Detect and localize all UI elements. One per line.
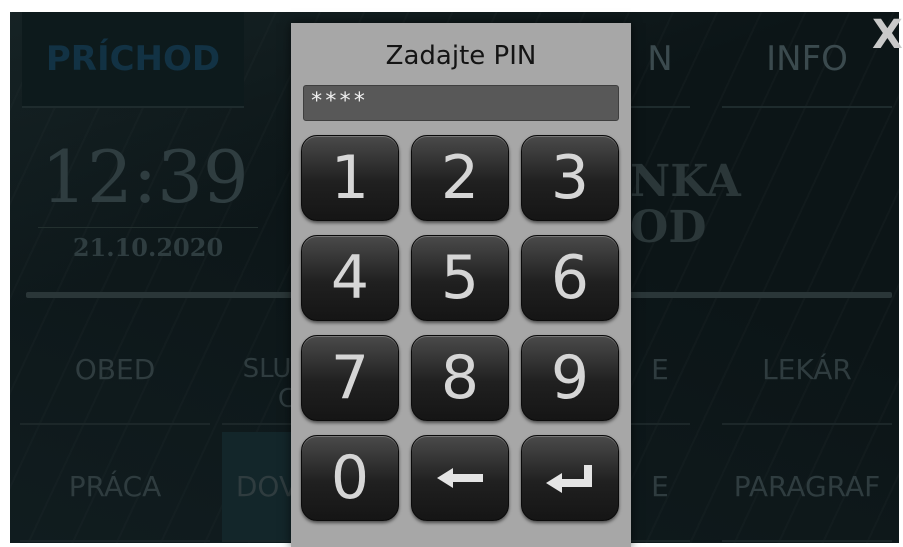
key-7[interactable]: 7	[301, 335, 399, 421]
clock-time: 12:39	[41, 135, 249, 219]
key-1[interactable]: 1	[301, 135, 399, 221]
doctor-button[interactable]: LEKÁR	[722, 315, 892, 425]
backspace-key[interactable]	[411, 435, 509, 521]
enter-return-icon	[544, 463, 596, 493]
lunch-button[interactable]: OBED	[20, 315, 210, 425]
status-headline-line2: OD	[630, 202, 707, 253]
hidden-grid-fragment-2: E	[630, 432, 690, 542]
business-trip-label-2: C	[277, 384, 297, 414]
enter-key[interactable]	[521, 435, 619, 521]
clock-date: 21.10.2020	[38, 227, 258, 267]
key-9[interactable]: 9	[521, 335, 619, 421]
hidden-grid-fragment-1: E	[630, 315, 690, 425]
key-5[interactable]: 5	[411, 235, 509, 321]
arrow-left-icon	[435, 466, 485, 490]
paragraph-button[interactable]: PARAGRAF	[722, 432, 892, 542]
work-button[interactable]: PRÁCA	[20, 432, 210, 542]
key-8[interactable]: 8	[411, 335, 509, 421]
key-3[interactable]: 3	[521, 135, 619, 221]
pin-dialog: Zadajte PIN **** 1 2 3 4 5 6 7 8 9 0	[291, 23, 631, 547]
close-button[interactable]: X	[872, 12, 903, 58]
key-0[interactable]: 0	[301, 435, 399, 521]
key-2[interactable]: 2	[411, 135, 509, 221]
dialog-title: Zadajte PIN	[385, 41, 537, 71]
key-6[interactable]: 6	[521, 235, 619, 321]
key-4[interactable]: 4	[301, 235, 399, 321]
hidden-top-button-fragment: N	[630, 12, 690, 108]
pin-input[interactable]: ****	[303, 85, 619, 121]
status-headline-line1: NKA	[630, 156, 741, 207]
business-trip-label-1: SLU	[242, 354, 292, 384]
arrival-button[interactable]: PRÍCHOD	[22, 12, 244, 108]
status-headline: NKA OD	[630, 150, 790, 260]
info-button[interactable]: INFO	[722, 12, 892, 108]
